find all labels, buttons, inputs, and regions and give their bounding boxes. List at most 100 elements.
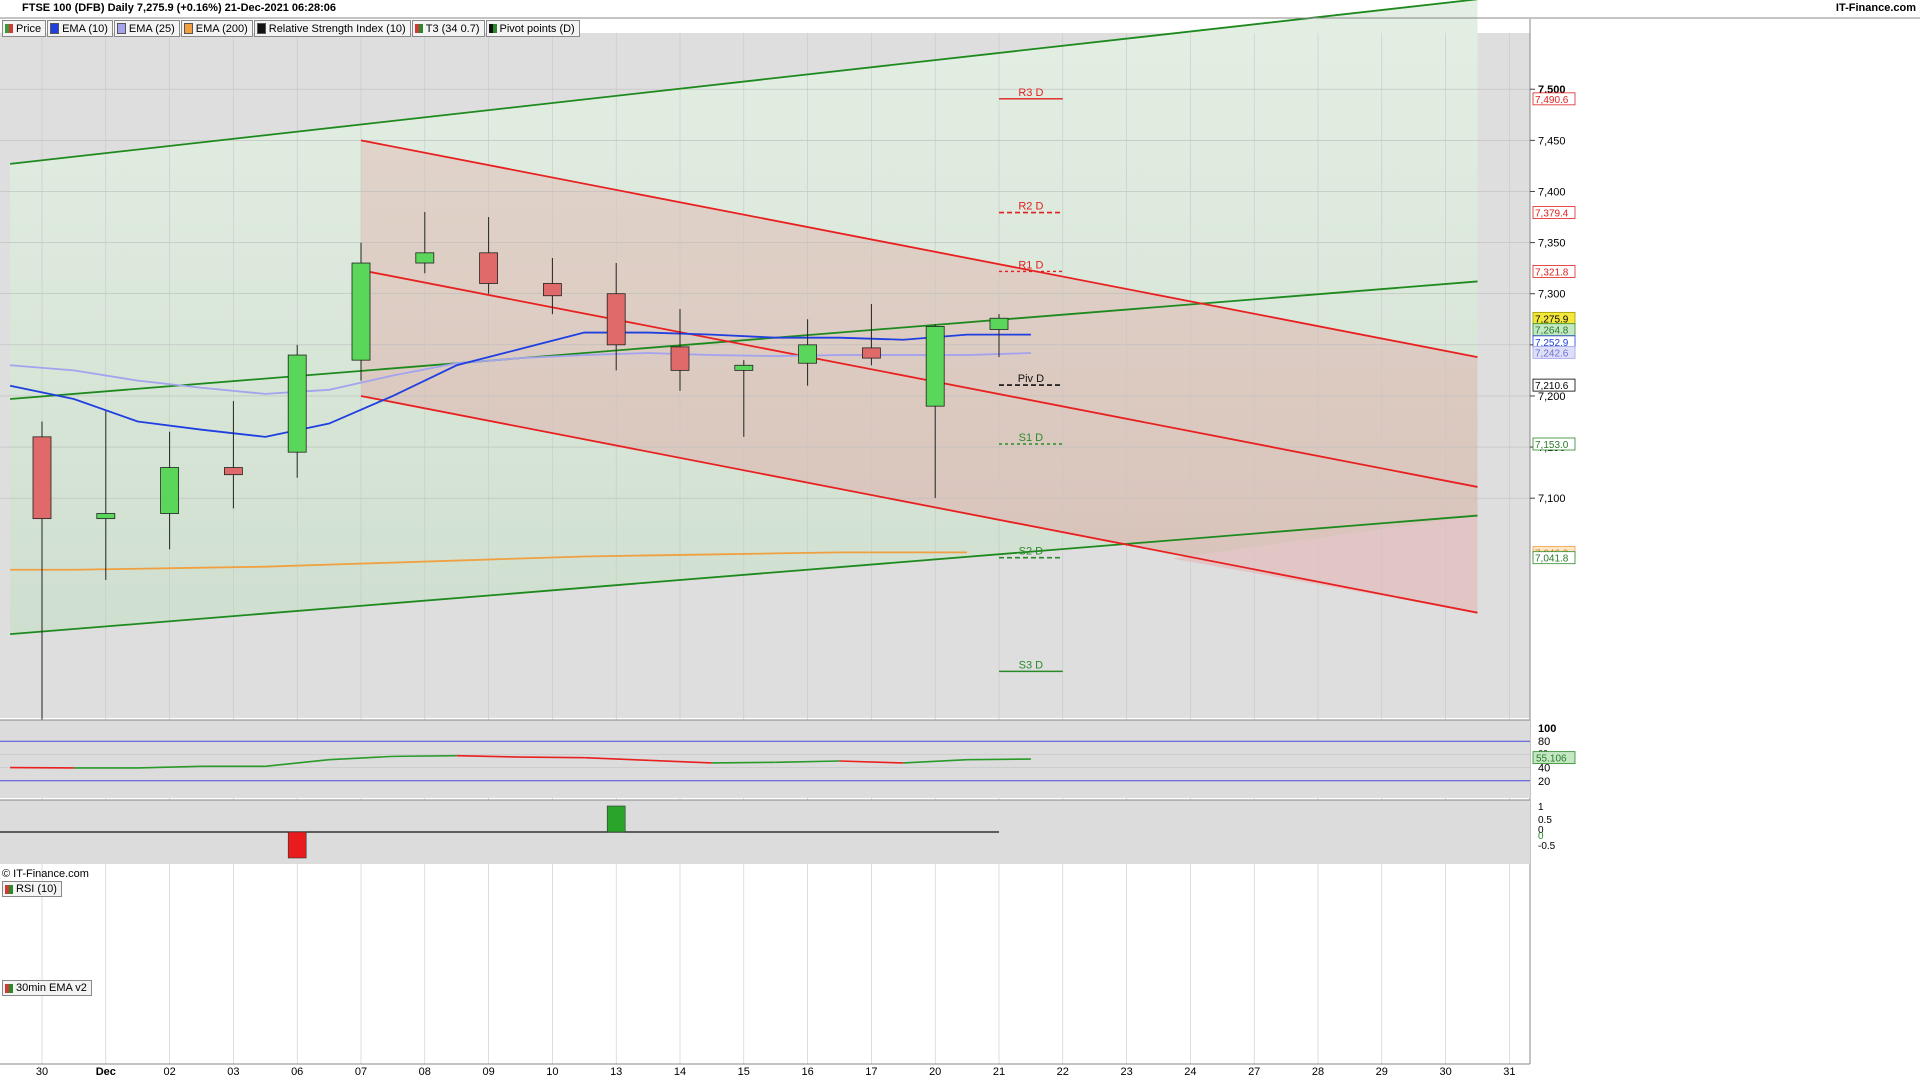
price-tag-label: 7,041.8 — [1535, 554, 1569, 565]
y-tick-label: 7,350 — [1538, 238, 1566, 250]
rsi-value-label: 55.106 — [1536, 754, 1567, 765]
x-tick-label: 30 — [1439, 1066, 1451, 1078]
x-tick-label: 20 — [929, 1066, 941, 1078]
ema-v2-bar — [606, 805, 626, 833]
pivot-label: R3 D — [1018, 87, 1043, 99]
pivot-label: R1 D — [1018, 259, 1043, 271]
x-tick-label: 27 — [1248, 1066, 1260, 1078]
legend-label: Price — [16, 22, 42, 35]
y-tick-label: 7,300 — [1538, 289, 1566, 301]
x-tick-label: 17 — [865, 1066, 877, 1078]
x-tick-label: 10 — [546, 1066, 558, 1078]
x-tick-label: 16 — [801, 1066, 813, 1078]
rsi-pane-title: RSI (10) — [16, 883, 57, 895]
candle-body — [479, 252, 499, 284]
rsi-pane-label[interactable]: RSI (10) — [2, 881, 62, 897]
candle-body — [223, 467, 243, 476]
x-tick-label: 02 — [163, 1066, 175, 1078]
rsi-line-segment — [520, 756, 585, 759]
candle-body — [734, 364, 754, 371]
x-tick-label: 14 — [674, 1066, 686, 1078]
candle-body — [287, 354, 307, 453]
pivot-label: S1 D — [1019, 432, 1044, 444]
rsi-line-segment — [967, 758, 1031, 761]
legend-label: T3 (34 0.7) — [425, 22, 480, 35]
legend-item[interactable]: Relative Strength Index (10) — [253, 20, 411, 37]
price-tag-label: 7,321.8 — [1535, 267, 1569, 278]
rsi-tick-label: 20 — [1538, 776, 1550, 788]
candle-body — [989, 317, 1009, 330]
price-tag-label: 7,242.6 — [1535, 348, 1569, 359]
x-tick-label: 24 — [1184, 1066, 1196, 1078]
legend-swatch-icon — [183, 23, 193, 34]
pivot-label: R2 D — [1018, 201, 1043, 213]
chart-canvas[interactable]: R3 DR2 DR1 DPiv DS1 DS2 DS3 D7,1007,1507… — [0, 0, 1920, 1080]
candle-body — [798, 344, 817, 364]
indicator-legend: Price EMA (10) EMA (25) EMA (200) Relative S… — [2, 20, 581, 37]
y-tick-label: 7,100 — [1538, 493, 1566, 505]
candle-body — [415, 252, 435, 264]
y-tick-label: 7,450 — [1538, 135, 1566, 147]
legend-label: Pivot points (D) — [499, 22, 575, 35]
y-tick-label: 7,400 — [1538, 186, 1566, 198]
x-tick-label: 07 — [355, 1066, 367, 1078]
y-tick-label: 7,200 — [1538, 391, 1566, 403]
legend-swatch-icon — [9, 24, 13, 33]
ema-v2-tick-label: 1 — [1538, 802, 1544, 813]
x-tick-label: 03 — [227, 1066, 239, 1078]
copyright-label: © IT-Finance.com — [2, 868, 89, 880]
legend-item[interactable]: EMA (10) — [47, 20, 113, 37]
ema-v2-swatch-icon-2 — [9, 983, 13, 993]
legend-swatch-icon — [418, 24, 423, 33]
candle-body — [32, 436, 52, 520]
rsi-tick-label: 100 — [1538, 723, 1556, 735]
x-tick-label: 28 — [1312, 1066, 1324, 1078]
x-axis-bg — [0, 1064, 1920, 1080]
ema-v2-pane-title: 30min EMA v2 — [16, 982, 87, 994]
x-tick-label: 13 — [610, 1066, 622, 1078]
x-tick-label: Dec — [96, 1066, 116, 1078]
legend-item[interactable]: Pivot points (D) — [485, 20, 580, 37]
pivot-label: S2 D — [1019, 546, 1044, 558]
price-tag-label: 7,153.0 — [1535, 440, 1569, 451]
candle-body — [670, 346, 690, 371]
chart-title: FTSE 100 (DFB) Daily 7,275.9 (+0.16%) 21… — [22, 2, 336, 14]
x-tick-label: 15 — [738, 1066, 750, 1078]
rsi-pane-bg — [0, 720, 1530, 798]
y-axis-bg — [1530, 19, 1920, 1067]
legend-item[interactable]: T3 (34 0.7) — [411, 20, 485, 37]
pivot-label: Piv D — [1018, 373, 1044, 385]
legend-swatch-icon — [256, 23, 266, 34]
price-tag-label: 7,379.4 — [1535, 209, 1569, 220]
candle-body — [351, 262, 371, 361]
x-tick-label: 08 — [419, 1066, 431, 1078]
legend-label: EMA (200) — [195, 22, 248, 35]
x-tick-label: 06 — [291, 1066, 303, 1078]
pivot-label: S3 D — [1019, 659, 1044, 671]
legend-label: EMA (25) — [128, 22, 175, 35]
x-tick-label: 30 — [36, 1066, 48, 1078]
candle-body — [925, 326, 945, 407]
candle-body — [160, 467, 180, 514]
legend-swatch-icon — [116, 23, 126, 34]
legend-label: Relative Strength Index (10) — [268, 22, 406, 35]
legend-label: EMA (10) — [62, 22, 108, 35]
ema-v2-tick-label: -0.5 — [1538, 841, 1556, 852]
ema-v2-pane-label[interactable]: 30min EMA v2 — [2, 980, 92, 996]
price-tag-label: 7,264.8 — [1535, 326, 1569, 337]
x-tick-label: 29 — [1376, 1066, 1388, 1078]
x-tick-label: 31 — [1503, 1066, 1515, 1078]
candle-body — [606, 293, 626, 346]
brand-label: IT-Finance.com — [1835, 2, 1916, 14]
price-tag-label: 7,210.6 — [1535, 381, 1569, 392]
candle-body — [862, 347, 881, 359]
legend-swatch-icon — [50, 23, 60, 34]
price-tag-label: 7,490.6 — [1535, 95, 1569, 106]
candle-body — [96, 513, 116, 520]
legend-item[interactable]: Price — [2, 20, 47, 37]
rsi-line-segment — [392, 754, 457, 758]
legend-item[interactable]: EMA (25) — [113, 20, 180, 37]
ema-v2-bar — [287, 831, 307, 859]
x-tick-label: 22 — [1057, 1066, 1069, 1078]
legend-item[interactable]: EMA (200) — [180, 20, 253, 37]
